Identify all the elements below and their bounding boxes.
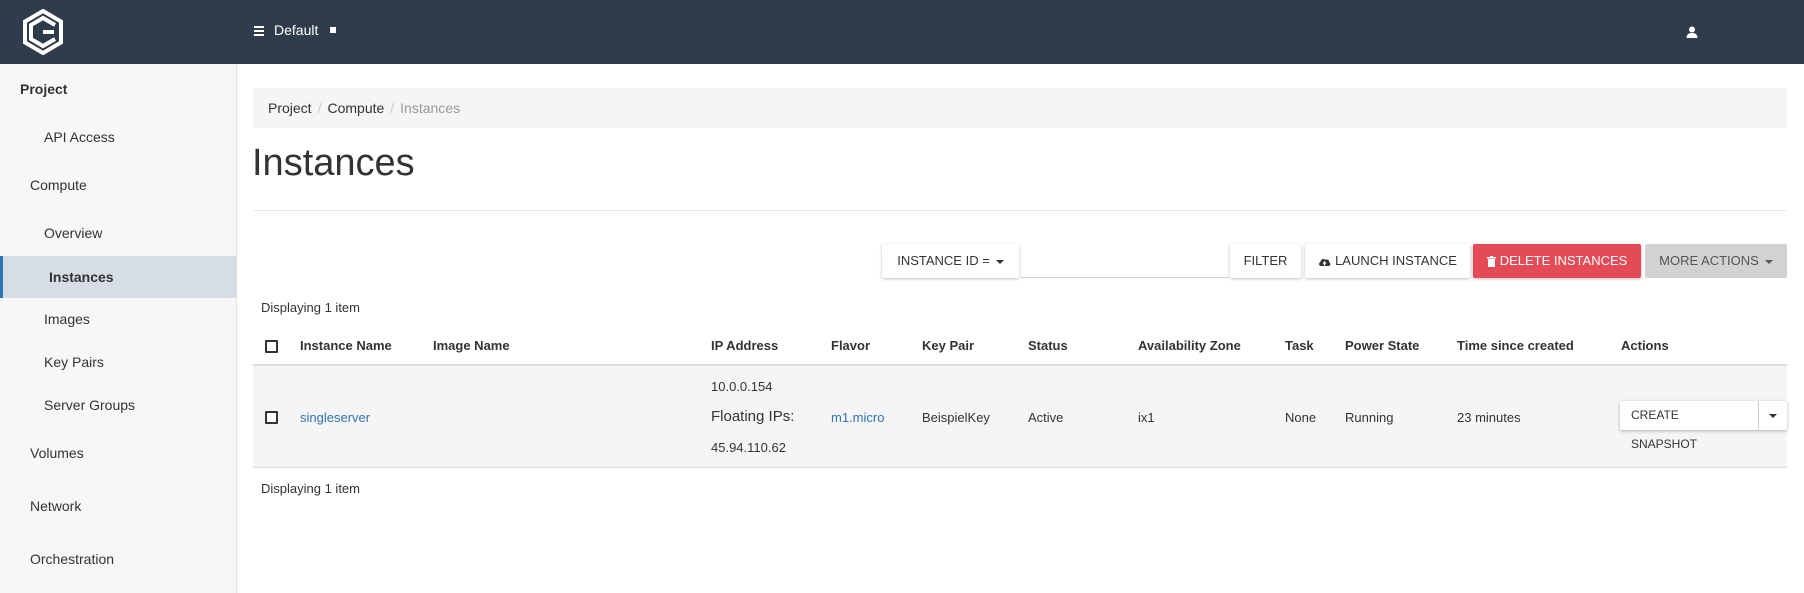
ip-address-cell: 10.0.0.154: [711, 379, 773, 394]
stop-icon: [330, 27, 337, 33]
sidebar-item-compute[interactable]: Compute: [0, 164, 237, 206]
project-name: Default: [274, 22, 319, 38]
user-icon[interactable]: [1686, 26, 1698, 38]
divider: [253, 210, 1787, 211]
delete-instances-button[interactable]: Delete Instances: [1473, 244, 1641, 278]
sidebar-item-images[interactable]: Images: [0, 298, 237, 340]
caret-down-icon: [1769, 413, 1778, 418]
floating-ip-cell: 45.94.110.62: [711, 440, 786, 455]
sidebar-item-api-access[interactable]: API Access: [0, 116, 237, 158]
column-header[interactable]: Time since created: [1457, 338, 1574, 353]
breadcrumb-separator: /: [390, 100, 395, 116]
column-header[interactable]: Status: [1028, 338, 1068, 353]
instance-name-link[interactable]: singleserver: [300, 410, 370, 425]
sidebar-item-server-groups[interactable]: Server Groups: [0, 384, 237, 426]
breadcrumb-separator: /: [317, 100, 322, 116]
flavor-link[interactable]: m1.micro: [831, 410, 884, 425]
filter-field-dropdown[interactable]: Instance ID =: [882, 244, 1019, 278]
floating-ips-label: Floating IPs:: [711, 408, 795, 425]
cube-logo-icon[interactable]: [20, 9, 66, 55]
column-header[interactable]: Instance Name: [300, 338, 392, 353]
breadcrumb-compute[interactable]: Compute: [327, 100, 384, 116]
filter-field-label: Instance ID =: [897, 253, 990, 268]
row-checkbox[interactable]: [265, 411, 278, 424]
trash-icon: [1486, 256, 1496, 268]
sidebar-item-network[interactable]: Network: [0, 485, 237, 527]
column-header[interactable]: IP Address: [711, 338, 778, 353]
list-icon: [254, 25, 264, 36]
sidebar-item-orchestration[interactable]: Orchestration: [0, 538, 237, 580]
sidebar: Project API Access Compute Overview Inst…: [0, 64, 237, 593]
top-navbar: Default: [0, 0, 1804, 64]
column-header[interactable]: Task: [1285, 338, 1314, 353]
availability-zone-cell: ix1: [1138, 410, 1155, 425]
row-actions-button-group: Create Snapshot: [1620, 401, 1787, 451]
column-header[interactable]: Power State: [1345, 338, 1419, 353]
sidebar-item-instances[interactable]: Instances: [0, 256, 237, 298]
power-state-cell: Running: [1345, 410, 1394, 425]
caret-down-icon: [995, 259, 1004, 264]
table-row: singleserver 10.0.0.154 Floating IPs: 45…: [253, 366, 1787, 468]
item-count-bottom: Displaying 1 item: [261, 481, 360, 496]
create-snapshot-button[interactable]: Create Snapshot: [1620, 401, 1760, 451]
row-actions-dropdown-toggle[interactable]: [1759, 401, 1787, 430]
column-header[interactable]: Key Pair: [922, 338, 974, 353]
launch-instance-button[interactable]: Launch Instance: [1305, 244, 1470, 278]
sidebar-item-overview[interactable]: Overview: [0, 212, 237, 254]
sidebar-item-project[interactable]: Project: [0, 68, 237, 110]
breadcrumb-current: Instances: [400, 100, 461, 116]
more-actions-label: More Actions: [1659, 253, 1759, 268]
task-cell: None: [1285, 410, 1317, 425]
filter-input[interactable]: [1021, 244, 1229, 278]
filter-button[interactable]: Filter: [1230, 244, 1301, 278]
caret-down-icon: [1764, 259, 1773, 264]
column-header[interactable]: Availability Zone: [1138, 338, 1241, 353]
launch-instance-label: Launch Instance: [1335, 253, 1457, 268]
time-since-created-cell: 23 minutes: [1457, 410, 1521, 425]
more-actions-button[interactable]: More Actions: [1645, 244, 1787, 278]
page-title: Instances: [252, 142, 415, 184]
status-cell: Active: [1028, 410, 1064, 425]
breadcrumb: Project / Compute / Instances: [253, 88, 1787, 128]
delete-instances-label: Delete Instances: [1499, 253, 1628, 268]
project-selector[interactable]: Default: [254, 22, 337, 38]
cloud-upload-icon: [1319, 258, 1331, 266]
breadcrumb-project[interactable]: Project: [268, 100, 312, 116]
key-pair-cell: BeispielKey: [922, 410, 990, 425]
column-header: Actions: [1621, 338, 1669, 353]
item-count-top: Displaying 1 item: [261, 300, 360, 315]
column-header[interactable]: Flavor: [831, 338, 870, 353]
column-header[interactable]: Image Name: [433, 338, 510, 353]
table-header: Instance Name Image Name IP Address Flav…: [253, 328, 1787, 366]
sidebar-item-key-pairs[interactable]: Key Pairs: [0, 341, 237, 383]
select-all-checkbox[interactable]: [265, 340, 278, 353]
sidebar-item-volumes[interactable]: Volumes: [0, 432, 237, 474]
